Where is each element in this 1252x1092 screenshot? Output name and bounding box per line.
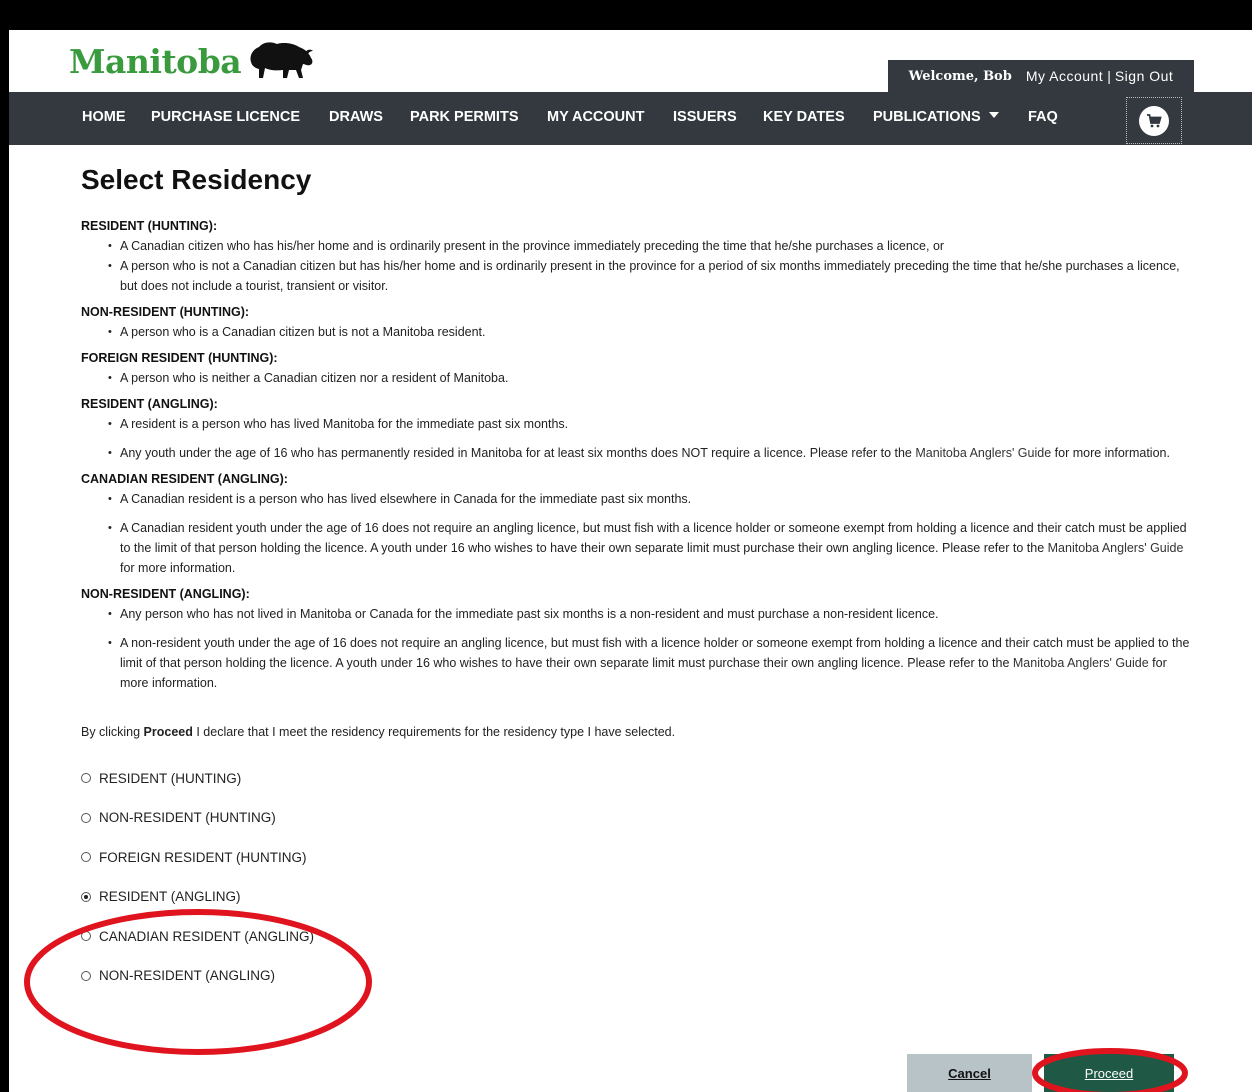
option-label: NON-RESIDENT (HUNTING) [99, 810, 276, 825]
section-foreign-resident-hunting: FOREIGN RESIDENT (HUNTING): A person who… [81, 351, 1191, 388]
nav-draws[interactable]: DRAWS [329, 92, 383, 145]
bison-icon [250, 42, 314, 78]
proceed-button[interactable]: Proceed [1044, 1054, 1174, 1092]
list-item: Any youth under the age of 16 who has pe… [108, 443, 1191, 463]
nav-publications[interactable]: PUBLICATIONS [873, 92, 999, 145]
declaration-bold: Proceed [143, 725, 193, 739]
anglers-guide-link[interactable]: Manitoba Anglers' Guide [1013, 656, 1149, 670]
list-item: A person who is a Canadian citizen but i… [108, 322, 1191, 342]
sign-out-link[interactable]: Sign Out [1115, 68, 1173, 84]
section-resident-hunting: RESIDENT (HUNTING): A Canadian citizen w… [81, 219, 1191, 296]
list-item: A person who is neither a Canadian citiz… [108, 368, 1191, 388]
bullet-text: A Canadian resident youth under the age … [120, 521, 1187, 555]
brand-name: Manitoba [69, 41, 242, 81]
bullet-list: A person who is a Canadian citizen but i… [81, 322, 1191, 342]
main-content: Select Residency RESIDENT (HUNTING): A C… [81, 164, 1191, 1005]
nav-key-dates[interactable]: KEY DATES [763, 92, 845, 145]
anglers-guide-link[interactable]: Manitoba Anglers' Guide [915, 446, 1051, 460]
residency-options: RESIDENT (HUNTING) NON-RESIDENT (HUNTING… [81, 768, 1191, 986]
section-resident-angling: RESIDENT (ANGLING): A resident is a pers… [81, 397, 1191, 463]
nav-publications-label: PUBLICATIONS [873, 109, 981, 125]
account-separator: | [1107, 68, 1111, 84]
section-canadian-resident-angling: CANADIAN RESIDENT (ANGLING): A Canadian … [81, 472, 1191, 578]
radio-button[interactable] [81, 812, 91, 823]
cart-button[interactable] [1126, 97, 1182, 144]
option-label: RESIDENT (ANGLING) [99, 889, 241, 904]
nav-issuers[interactable]: ISSUERS [673, 92, 737, 145]
cancel-button[interactable]: Cancel [907, 1054, 1032, 1092]
bullet-list: A person who is neither a Canadian citiz… [81, 368, 1191, 388]
main-nav: HOME PURCHASE LICENCE DRAWS PARK PERMITS… [9, 92, 1252, 145]
bullet-list: A Canadian citizen who has his/her home … [81, 236, 1191, 296]
list-item: A Canadian resident youth under the age … [108, 518, 1191, 578]
manitoba-logo[interactable]: Manitoba [69, 40, 315, 82]
list-item: A resident is a person who has lived Man… [108, 414, 1191, 434]
option-non-resident-angling[interactable]: NON-RESIDENT (ANGLING) [81, 966, 1191, 986]
declaration-part: By clicking [81, 725, 144, 739]
radio-button[interactable] [81, 970, 91, 981]
section-title: RESIDENT (ANGLING): [81, 397, 218, 411]
bullet-list: A Canadian resident is a person who has … [81, 489, 1191, 578]
radio-button[interactable] [81, 852, 91, 862]
radio-button[interactable] [81, 773, 91, 783]
declaration-text: By clicking Proceed I declare that I mee… [81, 725, 1191, 739]
section-title: NON-RESIDENT (ANGLING): [81, 587, 250, 601]
welcome-text: Welcome, Bob [908, 68, 1012, 84]
page-title: Select Residency [81, 164, 312, 195]
nav-my-account[interactable]: MY ACCOUNT [547, 92, 644, 145]
option-label: RESIDENT (HUNTING) [99, 770, 242, 786]
option-label: CANADIAN RESIDENT (ANGLING) [99, 928, 315, 944]
bullet-text: for more information. [1051, 446, 1170, 460]
section-non-resident-angling: NON-RESIDENT (ANGLING): Any person who h… [81, 587, 1191, 693]
option-canadian-resident-angling[interactable]: CANADIAN RESIDENT (ANGLING) [81, 926, 1191, 946]
chevron-down-icon [988, 112, 999, 119]
section-title: CANADIAN RESIDENT (ANGLING): [81, 472, 288, 486]
nav-park-permits[interactable]: PARK PERMITS [410, 92, 519, 145]
option-label: NON-RESIDENT (ANGLING) [99, 968, 276, 983]
list-item: A Canadian resident is a person who has … [108, 489, 1191, 509]
declaration-part: I declare that I meet the residency requ… [192, 725, 676, 739]
cart-icon [1139, 105, 1169, 136]
bullet-text: for more information. [120, 561, 236, 575]
list-item: A person who is not a Canadian citizen b… [108, 256, 1191, 296]
list-item: A Canadian citizen who has his/her home … [108, 236, 1191, 256]
option-non-resident-hunting[interactable]: NON-RESIDENT (HUNTING) [81, 808, 1191, 828]
section-title: FOREIGN RESIDENT (HUNTING): [81, 351, 278, 365]
option-foreign-resident-hunting[interactable]: FOREIGN RESIDENT (HUNTING) [81, 847, 1191, 867]
my-account-link[interactable]: My Account [1026, 68, 1103, 84]
bullet-text: Any youth under the age of 16 who has pe… [120, 446, 916, 460]
radio-button[interactable] [81, 931, 91, 941]
list-item: Any person who has not lived in Manitoba… [108, 604, 1191, 624]
option-resident-hunting[interactable]: RESIDENT (HUNTING) [81, 768, 1191, 788]
radio-button-selected[interactable] [81, 891, 91, 902]
account-bar: Welcome, Bob My Account | Sign Out [888, 60, 1194, 92]
list-item: A non-resident youth under the age of 16… [108, 633, 1191, 693]
section-non-resident-hunting: NON-RESIDENT (HUNTING): A person who is … [81, 305, 1191, 342]
page-frame: Manitoba Welcome, Bob My Account | Sign … [9, 30, 1252, 1092]
anglers-guide-link[interactable]: Manitoba Anglers' Guide [1048, 541, 1184, 555]
bullet-list: Any person who has not lived in Manitoba… [81, 604, 1191, 693]
section-title: RESIDENT (HUNTING): [81, 219, 218, 233]
bullet-list: A resident is a person who has lived Man… [81, 414, 1191, 463]
nav-faq[interactable]: FAQ [1028, 92, 1058, 145]
nav-home[interactable]: HOME [82, 92, 126, 145]
section-title: NON-RESIDENT (HUNTING): [81, 305, 250, 319]
nav-purchase-licence[interactable]: PURCHASE LICENCE [151, 92, 300, 145]
option-label: FOREIGN RESIDENT (HUNTING) [99, 849, 307, 865]
option-resident-angling[interactable]: RESIDENT (ANGLING) [81, 887, 1191, 907]
